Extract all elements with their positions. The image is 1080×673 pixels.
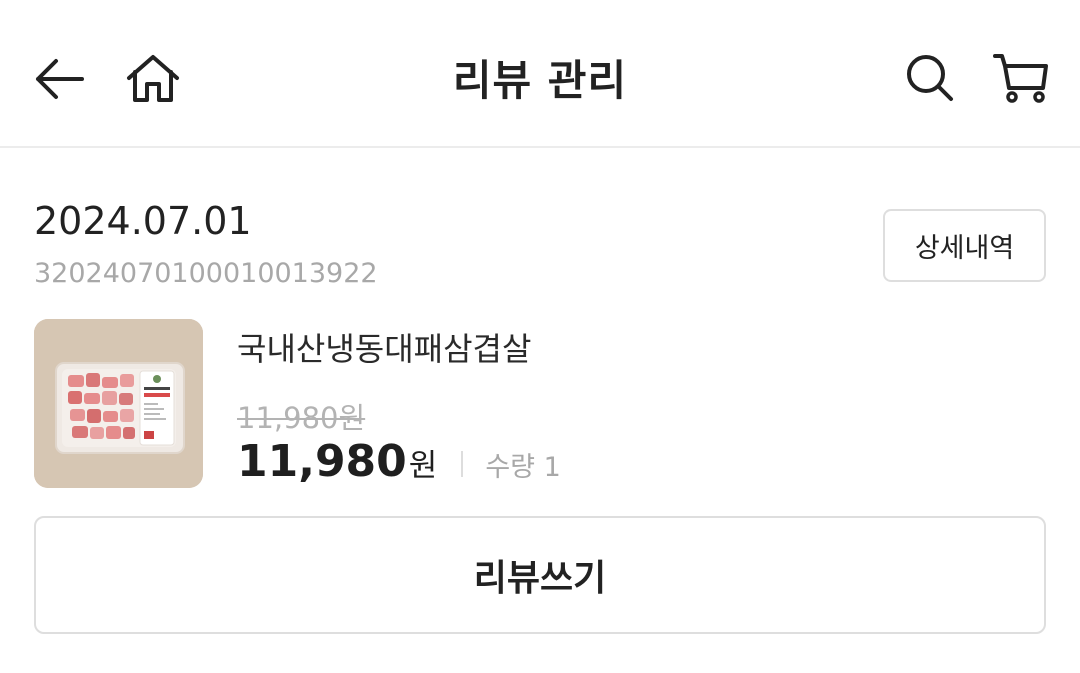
product-name[interactable]: 국내산냉동대패삼겹살 [237,324,531,370]
original-price: 11,980원 [237,401,366,435]
sale-price-amount: 11,980 [237,436,407,487]
cart-button[interactable] [988,46,1054,108]
order-number: 32024070100010013922 [34,258,378,289]
write-review-button[interactable]: 리뷰쓰기 [34,516,1046,634]
order-date: 2024.07.01 [34,199,252,243]
product-image [34,319,203,488]
search-button[interactable] [900,48,960,108]
product-thumbnail[interactable] [34,319,203,488]
price-row: 11,980 원 수량 1 [237,436,561,492]
sale-price-unit: 원 [408,448,438,484]
cart-icon [993,54,1048,103]
price-quantity-divider [461,451,464,477]
top-app-bar: 리뷰 관리 [0,0,1080,148]
order-detail-button[interactable]: 상세내역 [883,209,1046,282]
search-icon [907,55,953,101]
quantity-label: 수량 1 [485,452,561,483]
